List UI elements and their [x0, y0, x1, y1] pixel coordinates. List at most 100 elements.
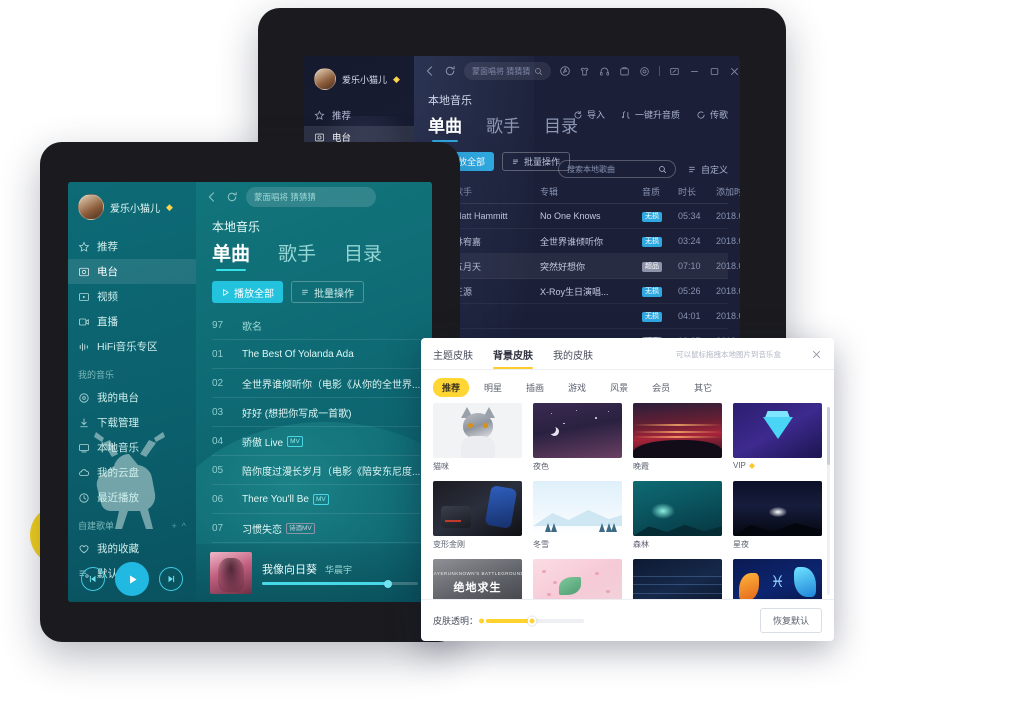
upgrade-quality-button[interactable]: 一键升音质 [621, 108, 680, 121]
discover-icon[interactable] [559, 65, 571, 77]
skin-shirt-icon[interactable] [579, 66, 590, 77]
table-row[interactable]: 04 骄傲 Live MV [212, 427, 420, 456]
skin-item[interactable]: PLAYERUNKNOWN'S BATTLEGROUNDS 绝地求生 [433, 559, 522, 599]
chip-scenery[interactable]: 风景 [601, 378, 637, 397]
dialog-tab-my-skin[interactable]: 我的皮肤 [553, 347, 593, 369]
skin-label: 变形金刚 [433, 540, 465, 549]
skin-item[interactable]: VIP ◆ [733, 403, 822, 472]
search-icon [535, 67, 543, 75]
mini-mode-icon[interactable] [669, 66, 680, 77]
tab-artists[interactable]: 歌手 [486, 112, 520, 142]
table-row[interactable]: 03 好好 (想把你写成一首歌) 五月天 突然好想你 超品 07:10 2018… [428, 254, 740, 279]
search-local-input[interactable]: 搜索本地歌曲 [557, 160, 676, 178]
search-input[interactable]: 蒙面唱将 猜猜猜 [246, 187, 376, 207]
customize-button[interactable]: 自定义 [688, 163, 728, 176]
refresh-icon[interactable] [226, 191, 238, 203]
table-row[interactable]: 04 骄傲 LiveMV 王源 X-Roy生日演唱... 无损 05:26 20… [428, 279, 740, 304]
table-row[interactable]: 07 习惯失恋 诗酒MV [212, 514, 420, 543]
user-profile[interactable]: 爱乐小猫儿 ◆ [68, 182, 196, 234]
tab-folders[interactable]: 目录 [344, 239, 382, 271]
search-input[interactable]: 蒙面唱将 猜猜猜 [464, 62, 552, 80]
next-track-button[interactable] [159, 567, 183, 591]
transfer-song-button[interactable]: 传歌 [696, 108, 728, 121]
dialog-tab-theme-skin[interactable]: 主题皮肤 [433, 347, 473, 369]
sidebar-item-live[interactable]: 直播 [68, 309, 196, 334]
skin-item[interactable]: 变形金刚 [433, 481, 522, 550]
sidebar-item-recommend[interactable]: 推荐 [304, 104, 414, 126]
cloud-disk-icon [79, 468, 90, 476]
import-button[interactable]: 导入 [573, 108, 605, 121]
chip-other[interactable]: 其它 [685, 378, 721, 397]
sidebar-item-recommend[interactable]: 推荐 [68, 234, 196, 259]
add-playlist-icon[interactable]: + [172, 521, 177, 531]
skin-item[interactable]: 森林 [633, 481, 722, 550]
progress-knob[interactable] [384, 579, 393, 588]
opacity-knob[interactable] [527, 616, 537, 625]
skin-grid-scrollbar[interactable] [827, 407, 830, 595]
sidebar-item-hifi[interactable]: HiFi音乐专区 [68, 334, 196, 359]
scrollbar-thumb[interactable] [827, 407, 830, 465]
skin-item[interactable]: 星夜 [733, 481, 822, 550]
user-profile[interactable]: 爱乐小猫儿 ◆ [304, 56, 414, 104]
tab-songs[interactable]: 单曲 [212, 239, 250, 271]
table-row[interactable]: 03 好好 (想把你写成一首歌) [212, 398, 420, 427]
row-album: 全世界谁倾听你 [540, 236, 604, 247]
skin-item[interactable]: 猫咪 [433, 403, 522, 472]
table-row[interactable]: 05 陪你度过漫长岁月（电影《陪安东尼度... 无损 04:01 2018.04… [428, 304, 740, 329]
close-dialog-button[interactable] [811, 349, 822, 367]
table-row[interactable]: 01 The Best Of Yolanda Ada [212, 340, 420, 369]
batch-icon [512, 159, 519, 164]
row-artist: 五月天 [454, 261, 482, 272]
refresh-icon[interactable] [444, 65, 456, 77]
play-pause-button[interactable] [115, 562, 149, 596]
tab-artists[interactable]: 歌手 [278, 239, 316, 271]
chip-recommend[interactable]: 推荐 [433, 378, 470, 397]
sidebar-item-recent-play[interactable]: 最近播放 [68, 485, 196, 510]
chevron-up-icon[interactable]: ^ [182, 521, 186, 531]
close-icon[interactable] [729, 66, 740, 77]
skin-item[interactable]: 晚霞 [633, 403, 722, 472]
opacity-slider[interactable] [479, 616, 585, 625]
row-artist: 林宥嘉 [454, 236, 482, 247]
table-row[interactable]: 02 全世界谁倾听你（电影《从你的全世界... [212, 369, 420, 398]
chip-illustration[interactable]: 插画 [517, 378, 553, 397]
sidebar-item-local-music[interactable]: 本地音乐 [68, 435, 196, 460]
reset-default-button[interactable]: 恢复默认 [759, 608, 822, 633]
message-box-icon[interactable] [619, 66, 630, 77]
chip-star[interactable]: 明星 [475, 378, 511, 397]
tab-songs[interactable]: 单曲 [428, 112, 462, 142]
table-row[interactable]: 06 There You'll Be MV [212, 485, 420, 514]
headphones-icon[interactable] [599, 66, 610, 77]
sidebar-item-download[interactable]: 下载管理 [68, 410, 196, 435]
back-icon[interactable] [424, 65, 436, 77]
minimize-icon[interactable] [689, 66, 700, 77]
skin-item[interactable] [633, 559, 722, 599]
sidebar-item-cloud-disk[interactable]: 我的云盘 [68, 460, 196, 485]
sidebar-item-video[interactable]: 视频 [68, 284, 196, 309]
dialog-tab-background-skin[interactable]: 背景皮肤 [493, 347, 533, 369]
chip-member[interactable]: 会员 [643, 378, 679, 397]
chip-game[interactable]: 游戏 [559, 378, 595, 397]
table-row[interactable]: 02 全世界谁倾听你（电影《从你的全世界... 林宥嘉 全世界谁倾听你 无损 0… [428, 229, 740, 254]
sidebar-item-favorites[interactable]: 我的收藏 [68, 536, 196, 561]
gear-icon[interactable] [639, 66, 650, 77]
sidebar-item-my-radio[interactable]: 我的电台 [68, 385, 196, 410]
skin-item[interactable]: 夜色 [533, 403, 622, 472]
batch-operation-button[interactable]: 批量操作 [291, 281, 364, 303]
skin-item[interactable]: ♓ PISCES [733, 559, 822, 599]
maximize-icon[interactable] [709, 66, 720, 77]
album-cover-art[interactable] [210, 552, 252, 594]
previous-track-button[interactable] [81, 567, 105, 591]
recent-play-icon [79, 492, 89, 503]
user-name: 爱乐小猫儿 [342, 74, 388, 85]
table-row[interactable]: 05 陪你度过漫长岁月（电影《陪安东尼度... [212, 456, 420, 485]
table-row[interactable]: 01 The Best Of Yolanda Ada Matt Hammitt … [428, 204, 740, 229]
now-playing-info: 我像向日葵 华晨宇 [262, 561, 418, 588]
screenshot-stage: 爱乐小猫儿 ◆ 推荐 电台 蒙面唱将 猜猜猜 本地音乐 单曲 歌手 目录 导入 … [0, 0, 1022, 710]
skin-item[interactable] [533, 559, 622, 599]
skin-item[interactable]: 冬雪 [533, 481, 622, 550]
play-all-button[interactable]: 播放全部 [212, 281, 283, 303]
progress-slider[interactable] [262, 579, 418, 588]
sidebar-item-radio[interactable]: 电台 [68, 259, 196, 284]
back-icon[interactable] [206, 191, 218, 203]
